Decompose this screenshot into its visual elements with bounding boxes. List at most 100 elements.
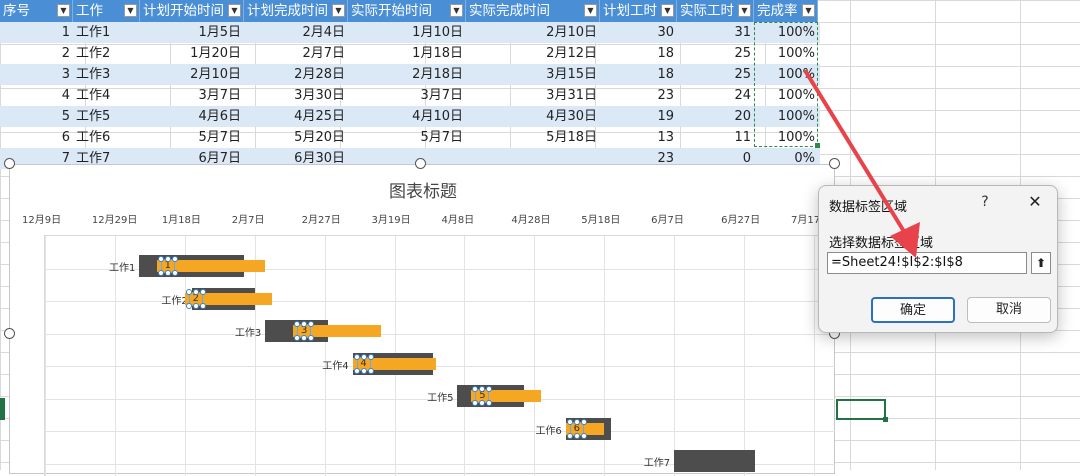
label-selection-handle[interactable] — [580, 418, 587, 425]
table-cell[interactable]: 23 — [600, 85, 677, 106]
table-cell[interactable]: 30 — [600, 22, 677, 43]
table-cell[interactable]: 工作5 — [73, 106, 140, 127]
table-cell[interactable]: 11 — [677, 127, 754, 148]
label-selection-handle[interactable] — [199, 288, 206, 295]
filter-dropdown-icon[interactable]: ▼ — [738, 4, 751, 17]
chart-title[interactable]: 图表标题 — [10, 177, 836, 202]
label-selection-handle[interactable] — [367, 367, 374, 374]
label-selection-handle[interactable] — [566, 432, 573, 439]
table-cell[interactable]: 25 — [677, 64, 754, 85]
table-cell[interactable]: 工作4 — [73, 85, 140, 106]
filter-dropdown-icon[interactable]: ▼ — [228, 4, 241, 17]
label-selection-handle[interactable] — [164, 270, 171, 276]
label-selection-handle[interactable] — [185, 288, 192, 295]
table-cell[interactable]: 工作3 — [73, 64, 140, 85]
filter-dropdown-icon[interactable]: ▼ — [332, 4, 345, 17]
close-icon[interactable]: ✕ — [1025, 192, 1045, 211]
chart-resize-handle[interactable] — [415, 158, 426, 169]
label-selection-handle[interactable] — [353, 353, 360, 360]
table-cell[interactable]: 3月7日 — [140, 85, 244, 106]
table-cell[interactable]: 2月10日 — [140, 64, 244, 85]
column-header[interactable]: 计划完成时间 ▼ — [244, 0, 348, 22]
chart-resize-handle[interactable] — [4, 328, 15, 339]
filter-dropdown-icon[interactable]: ▼ — [450, 4, 463, 17]
column-header[interactable]: 计划开始时间 ▼ — [140, 0, 244, 22]
table-cell[interactable]: 5月20日 — [244, 127, 348, 148]
label-selection-handle[interactable] — [157, 256, 164, 262]
gantt-chart[interactable]: 图表标题 12月9日 12月29日 1月18日 2月7日 2月27日 3月19日 4月8日 4… — [9, 164, 836, 476]
label-selection-handle[interactable] — [360, 353, 367, 360]
table-cell[interactable]: 3月30日 — [244, 85, 348, 106]
filter-dropdown-icon[interactable]: ▼ — [57, 4, 70, 17]
cancel-button[interactable]: 取消 — [967, 297, 1051, 323]
label-selection-handle[interactable] — [573, 418, 580, 425]
table-cell[interactable]: 18 — [600, 43, 677, 64]
help-icon[interactable]: ? — [975, 194, 995, 210]
column-header[interactable]: 序号 ▼ — [0, 0, 73, 22]
table-cell[interactable]: 1月20日 — [140, 43, 244, 64]
selection-fill-handle[interactable] — [815, 143, 820, 148]
table-cell[interactable]: 20 — [677, 106, 754, 127]
table-cell[interactable]: 2月7日 — [244, 43, 348, 64]
filter-dropdown-icon[interactable]: ▼ — [661, 4, 674, 17]
column-header[interactable]: 实际完成时间 ▼ — [466, 0, 600, 22]
table-cell[interactable]: 工作1 — [73, 22, 140, 43]
table-cell[interactable]: 4月30日 — [466, 106, 600, 127]
table-cell[interactable]: 4月10日 — [348, 106, 466, 127]
label-selection-handle[interactable] — [573, 432, 580, 439]
table-cell[interactable]: 5月7日 — [348, 127, 466, 148]
table-cell[interactable]: 24 — [677, 85, 754, 106]
table-cell[interactable]: 4月25日 — [244, 106, 348, 127]
table-cell[interactable]: 3月7日 — [348, 85, 466, 106]
label-selection-handle[interactable] — [192, 302, 199, 309]
table-cell[interactable]: 6 — [0, 127, 73, 148]
table-cell[interactable]: 2月18日 — [348, 64, 466, 85]
table-cell[interactable]: 工作6 — [73, 127, 140, 148]
label-selection-handle[interactable] — [360, 367, 367, 374]
ok-button[interactable]: 确定 — [871, 297, 955, 323]
table-cell[interactable]: 3月15日 — [466, 64, 600, 85]
table-cell[interactable]: 3 — [0, 64, 73, 85]
table-cell[interactable]: 4月6日 — [140, 106, 244, 127]
table-cell[interactable]: 5月18日 — [466, 127, 600, 148]
label-selection-handle[interactable] — [171, 270, 178, 276]
table-cell[interactable]: 2月4日 — [244, 22, 348, 43]
table-cell[interactable]: 18 — [600, 64, 677, 85]
active-cell[interactable] — [836, 399, 888, 422]
filter-dropdown-icon[interactable]: ▼ — [584, 4, 597, 17]
chart-resize-handle[interactable] — [829, 158, 840, 169]
table-cell[interactable]: 19 — [600, 106, 677, 127]
label-selection-handle[interactable] — [185, 302, 192, 309]
table-cell[interactable]: 2月10日 — [466, 22, 600, 43]
table-cell[interactable]: 2 — [0, 43, 73, 64]
table-cell[interactable]: 4 — [0, 85, 73, 106]
column-header[interactable]: 实际开始时间 ▼ — [348, 0, 466, 22]
table-cell[interactable]: 31 — [677, 22, 754, 43]
label-selection-handle[interactable] — [199, 302, 206, 309]
label-selection-handle[interactable] — [171, 256, 178, 262]
table-cell[interactable]: 1 — [0, 22, 73, 43]
label-selection-handle[interactable] — [566, 418, 573, 425]
column-header[interactable]: 计划工时 ▼ — [600, 0, 677, 22]
label-selection-handle[interactable] — [164, 256, 171, 262]
column-header[interactable]: 完成率 ▼ — [754, 0, 818, 22]
table-cell[interactable]: 1月5日 — [140, 22, 244, 43]
collapse-dialog-icon[interactable]: ⬆ — [1031, 252, 1051, 274]
filter-dropdown-icon[interactable]: ▼ — [124, 4, 137, 17]
table-cell[interactable]: 13 — [600, 127, 677, 148]
table-cell[interactable]: 1月10日 — [348, 22, 466, 43]
table-cell[interactable]: 工作2 — [73, 43, 140, 64]
filter-dropdown-icon[interactable]: ▼ — [802, 4, 815, 17]
label-selection-handle[interactable] — [157, 270, 164, 276]
column-header[interactable]: 工作 ▼ — [73, 0, 140, 22]
table-cell[interactable]: 2月12日 — [466, 43, 600, 64]
column-header[interactable]: 实际工时 ▼ — [677, 0, 754, 22]
chart-resize-handle[interactable] — [4, 158, 15, 169]
table-cell[interactable]: 3月31日 — [466, 85, 600, 106]
table-cell[interactable]: 1月18日 — [348, 43, 466, 64]
table-cell[interactable]: 5 — [0, 106, 73, 127]
plan-bar[interactable] — [674, 450, 755, 472]
label-selection-handle[interactable] — [192, 288, 199, 295]
plot-area[interactable]: 工作1 1 工作2 2 工作3 3 工作4 4 工作5 5 工作6 6 工作7 — [44, 235, 835, 476]
table-cell[interactable]: 25 — [677, 43, 754, 64]
